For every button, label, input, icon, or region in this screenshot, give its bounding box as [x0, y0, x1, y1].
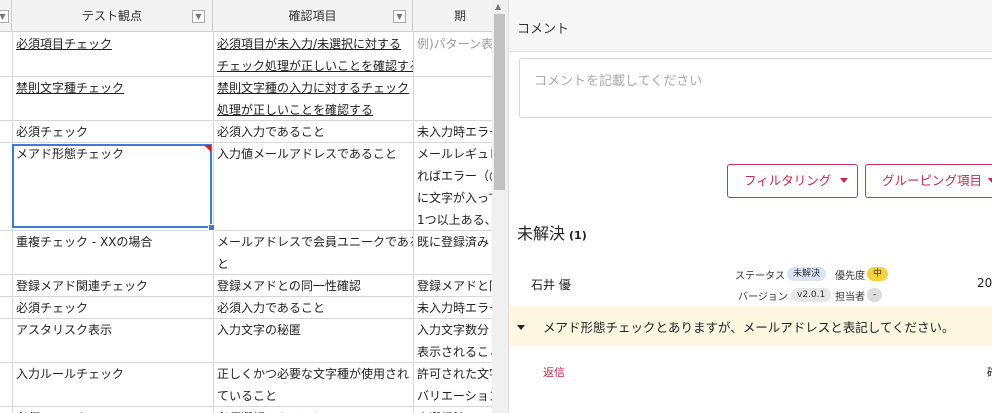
table-cell[interactable]: に文字が入って [417, 187, 497, 209]
version-label: バージョン [738, 292, 788, 303]
filter-button[interactable]: フィルタリング [727, 164, 858, 198]
comment-panel: コメント コメントを記載してください フィルタリング グルーピング項目 未解決(… [508, 0, 992, 413]
table-cell[interactable]: 入力文字数分 [417, 319, 497, 341]
scroll-up-arrow-icon[interactable]: ▲ [495, 2, 501, 11]
fill-handle[interactable] [208, 224, 215, 231]
comment-author: 石井 優 [531, 278, 571, 292]
priority-badge[interactable]: 中 [867, 267, 889, 281]
chevron-down-icon [840, 178, 848, 183]
table-cell[interactable]: ていること [217, 385, 413, 407]
table-cell[interactable]: 必須項目が未入力/未選択に対する [217, 33, 413, 55]
scrollbar-thumb[interactable] [494, 14, 505, 190]
confirm-link[interactable]: 確 [987, 364, 992, 380]
status-label: ステータス [735, 271, 785, 282]
unresolved-count: (1) [569, 229, 587, 242]
selected-cell[interactable] [12, 144, 212, 228]
grouping-button-label: グルーピング項目 [882, 173, 983, 188]
filter-dropdown-icon[interactable]: ▼ [393, 10, 406, 23]
table-cell[interactable]: 例)パターン表を [417, 33, 497, 55]
comment-date: 202 [977, 276, 992, 290]
column-header-label: 期 [453, 9, 466, 23]
table-cell[interactable]: 未選択時エラー [417, 407, 497, 413]
table-cell[interactable]: 正しくかつ必要な文字種が使用され [217, 363, 413, 385]
collapse-caret-icon[interactable] [517, 325, 525, 330]
spreadsheet: ▼ テスト観点 ▼ 確認項目 ▼ 期 必須項目チェック 必須項目が未入力/未選択に… [0, 0, 508, 413]
panel-title: コメント [517, 22, 570, 37]
chevron-down-icon [988, 178, 992, 183]
table-cell[interactable]: メールレギュレー [417, 143, 497, 165]
table-cell[interactable]: と [217, 253, 413, 275]
table-cell[interactable]: 禁則文字種チェック [16, 77, 212, 99]
table-cell[interactable]: 既に登録済み [417, 231, 497, 253]
grid-column-line [413, 32, 414, 413]
table-cell[interactable]: 必須選択であること [217, 407, 413, 413]
table-cell[interactable]: 1つ以上ある、 [417, 209, 497, 231]
table-cell[interactable]: 必須項目チェック [16, 33, 212, 55]
table-cell[interactable]: 表示されること [417, 341, 497, 363]
table-cell[interactable]: チェック処理が正しいことを確認する [217, 55, 413, 77]
table-cell[interactable]: 未入力時エラー [417, 297, 497, 319]
column-header-label: 確認項目 [288, 9, 337, 23]
column-header-check-item[interactable]: 確認項目 [213, 0, 413, 32]
table-cell[interactable]: 必須チェック [16, 297, 212, 319]
table-cell[interactable]: 必須チェック [16, 407, 212, 413]
assignee-badge[interactable]: - [867, 288, 883, 302]
table-cell[interactable]: 処理が正しいことを確認する [217, 99, 413, 121]
unresolved-heading: 未解決 (1) [517, 220, 587, 244]
status-badge[interactable]: 未解決 [787, 267, 827, 281]
unresolved-label: 未解決 [517, 224, 566, 243]
filter-dropdown-icon[interactable]: ▼ [0, 10, 9, 23]
table-cell[interactable]: 必須チェック [16, 121, 212, 143]
table-cell[interactable]: バリエーションで [417, 385, 497, 407]
table-cell[interactable]: 登録メアドと同 [417, 275, 497, 297]
table-cell[interactable]: メールアドレスで会員ユニークであるこ [217, 231, 413, 253]
reply-link[interactable]: 返信 [543, 364, 565, 380]
version-badge[interactable]: v2.0.1 [791, 288, 832, 302]
filter-button-label: フィルタリング [744, 173, 832, 188]
table-cell[interactable]: 禁則文字種の入力に対するチェック [217, 77, 413, 99]
table-cell[interactable]: 許可された文字 [417, 363, 497, 385]
assignee-label: 担当者 [835, 292, 865, 303]
table-cell[interactable]: ればエラー（@ [417, 165, 497, 187]
comment-indicator-icon[interactable] [204, 145, 211, 152]
filter-dropdown-icon[interactable]: ▼ [192, 10, 205, 23]
table-cell[interactable]: 必須入力であること [217, 121, 413, 143]
table-cell[interactable]: 必須入力であること [217, 297, 413, 319]
priority-label: 優先度 [835, 271, 865, 282]
table-cell[interactable]: 入力文字の秘匿 [217, 319, 413, 341]
table-cell[interactable]: アスタリスク表示 [16, 319, 212, 341]
panel-header: コメント [509, 0, 992, 52]
grouping-button[interactable]: グルーピング項目 [865, 164, 992, 198]
column-header-label: テスト観点 [81, 9, 142, 23]
table-cell[interactable]: 入力値メールアドレスであること [217, 143, 413, 165]
comment-input[interactable]: コメントを記載してください [519, 58, 992, 118]
table-cell[interactable]: 入力ルールチェック [16, 363, 212, 385]
table-cell[interactable]: 重複チェック - XXの場合 [16, 231, 212, 253]
table-cell[interactable]: 未入力時エラー [417, 121, 497, 143]
table-cell[interactable]: 登録メアド関連チェック [16, 275, 212, 297]
comment-text: メアド形態チェックとありますが、メールアドレスと表記してください。 [543, 320, 955, 335]
grid-column-line [213, 32, 214, 413]
table-cell[interactable]: 登録メアドとの同一性確認 [217, 275, 413, 297]
column-header-test-viewpoint[interactable]: テスト観点 [12, 0, 213, 32]
comment-body[interactable]: メアド形態チェックとありますが、メールアドレスと表記してください。 [509, 306, 992, 346]
